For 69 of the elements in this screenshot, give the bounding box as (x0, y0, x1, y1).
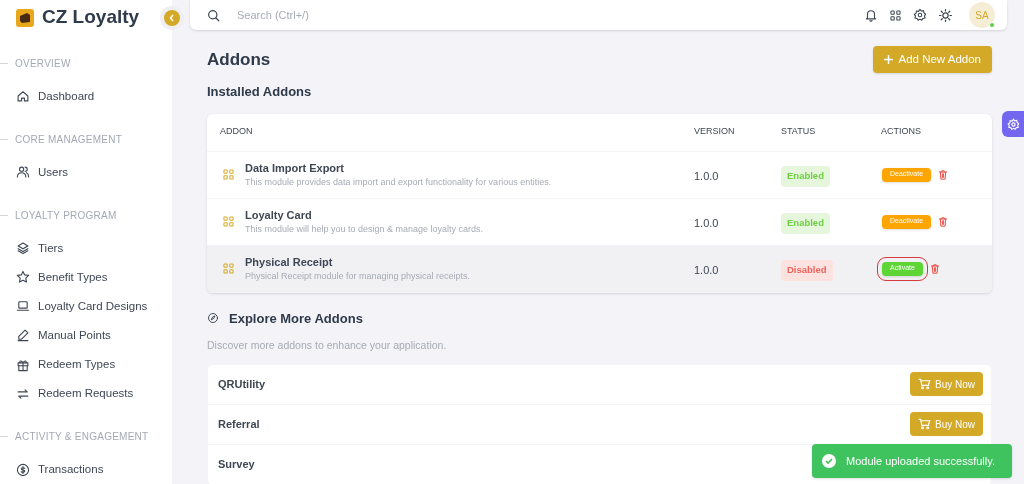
pencil-icon (16, 328, 30, 343)
grid-icon (222, 262, 235, 275)
page-title: Addons (207, 48, 271, 71)
section-heading: LOYALTY PROGRAM (15, 208, 117, 223)
settings-icon[interactable] (913, 8, 927, 22)
version-text: 1.0.0 (694, 216, 719, 229)
addon-name: Physical Receipt (245, 254, 334, 270)
trash-icon[interactable] (937, 215, 950, 228)
column-header: STATUS (781, 126, 816, 137)
chevron-left-icon (169, 14, 175, 22)
status-badge: Enabled (781, 166, 830, 187)
sidebar-item[interactable]: Dashboard (0, 81, 172, 111)
status-badge: Enabled (781, 213, 830, 234)
sidebar-item[interactable]: Transactions (0, 455, 172, 484)
column-header: ADDON (220, 126, 253, 137)
home-icon (16, 89, 30, 104)
section-heading: OVERVIEW (15, 57, 71, 71)
toast-message: Module uploaded successfully. (846, 453, 995, 469)
settings-button[interactable] (1002, 111, 1024, 137)
section-title: Explore More Addons (229, 309, 363, 328)
addon-name: Survey (218, 457, 255, 472)
sun-icon[interactable] (938, 7, 953, 23)
addon-name: QRUtility (218, 377, 266, 392)
settings-icon (1006, 117, 1020, 131)
addon-name: Loyalty Card (245, 207, 313, 223)
section-subtitle: Discover more addons to enhance your application. (207, 338, 448, 353)
swap-arrows-icon (16, 386, 30, 401)
check-circle-icon (822, 454, 836, 468)
addon-name: Data Import Export (245, 160, 345, 176)
column-header: ACTIONS (881, 126, 921, 137)
grid-icon (222, 215, 235, 228)
trash-icon[interactable] (928, 262, 941, 275)
addon-description: This module provides data import and export functionality for various entities. (245, 176, 552, 189)
sidebar-item[interactable]: Tiers (0, 233, 172, 263)
users-icon (16, 165, 30, 180)
addon-name: Referral (218, 417, 260, 432)
cart-icon (918, 418, 931, 431)
grid-icon (222, 168, 235, 181)
sidebar-item[interactable]: Redeem Requests (0, 379, 172, 409)
dollar-icon (16, 462, 30, 477)
section-heading: ACTIVITY & ENGAGEMENT (15, 430, 149, 445)
search-field[interactable]: Search (Ctrl+/) (206, 0, 852, 30)
search-input[interactable]: Search (Ctrl+/) (237, 6, 852, 24)
trash-icon[interactable] (937, 168, 950, 181)
sidebar-item[interactable]: Users (0, 157, 172, 187)
column-header: VERSION (694, 126, 735, 137)
logo-icon (16, 8, 34, 27)
cart-icon (918, 378, 931, 391)
plus-icon (883, 55, 893, 64)
gift-icon (16, 357, 30, 372)
addon-description: Physical Receipt module for managing physical receipts. (245, 270, 471, 283)
search-icon[interactable] (206, 7, 221, 23)
compass-icon (207, 312, 219, 325)
version-text: 1.0.0 (694, 169, 719, 182)
star-icon (16, 270, 30, 285)
section-title: Installed Addons (207, 83, 313, 101)
addon-description: This module will help you to design & manage loyalty cards. (245, 223, 484, 236)
version-text: 1.0.0 (694, 263, 719, 276)
sidebar-item[interactable]: Loyalty Card Designs (0, 291, 172, 321)
sidebar-item[interactable]: Manual Points (0, 320, 172, 350)
laptop-icon (16, 299, 30, 314)
layers-icon (16, 241, 30, 256)
sidebar-item[interactable]: Benefit Types (0, 262, 172, 292)
status-badge: Disabled (781, 260, 833, 281)
section-heading: CORE MANAGEMENT (15, 132, 123, 147)
sidebar-item[interactable]: Redeem Types (0, 350, 172, 380)
grid-icon[interactable] (889, 8, 902, 22)
brand-name: CZ Loyalty (42, 5, 140, 30)
bell-icon[interactable] (864, 8, 878, 22)
